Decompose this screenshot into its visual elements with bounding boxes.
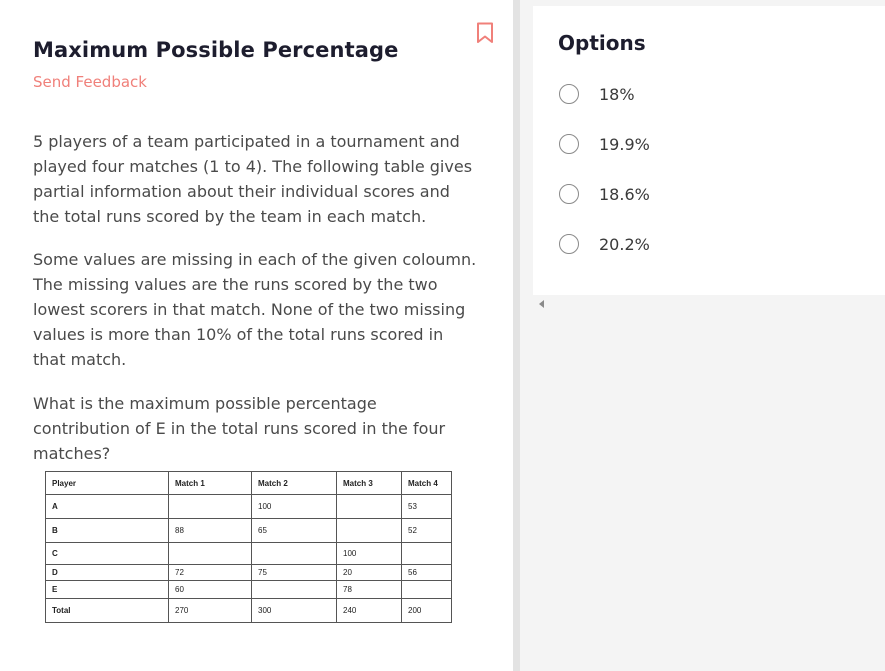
table-cell: E: [45, 580, 169, 599]
table-cell: [336, 494, 402, 519]
header-match-3: Match 3: [336, 471, 402, 495]
table-row: A 100 53: [45, 494, 452, 519]
option-label: 19.9%: [599, 135, 650, 154]
table-cell: Total: [45, 598, 169, 623]
options-title: Options: [558, 31, 646, 55]
table-cell: 200: [401, 598, 452, 623]
table-cell: [168, 494, 252, 519]
table-cell: 100: [251, 494, 337, 519]
radio-icon[interactable]: [559, 184, 579, 204]
table-cell: 240: [336, 598, 402, 623]
table-row: C 100: [45, 542, 452, 565]
table-cell: 65: [251, 518, 337, 543]
table-cell: 60: [168, 580, 252, 599]
question-paragraph-conditions: Some values are missing in each of the g…: [33, 250, 477, 369]
option-4[interactable]: 20.2%: [559, 234, 759, 258]
table-cell: [401, 580, 452, 599]
table-cell: 270: [168, 598, 252, 623]
table-cell: 75: [251, 564, 337, 581]
option-label: 20.2%: [599, 235, 650, 254]
option-label: 18.6%: [599, 185, 650, 204]
table-cell: [401, 542, 452, 565]
table-cell: 100: [336, 542, 402, 565]
option-1[interactable]: 18%: [559, 84, 759, 108]
radio-icon[interactable]: [559, 234, 579, 254]
table-cell: 56: [401, 564, 452, 581]
header-match-1: Match 1: [168, 471, 252, 495]
header-player: Player: [45, 471, 169, 495]
scroll-left-arrow-icon[interactable]: [539, 300, 544, 308]
table-cell: 53: [401, 494, 452, 519]
table-cell: 72: [168, 564, 252, 581]
panel-divider[interactable]: [513, 0, 520, 671]
bookmark-icon[interactable]: [476, 22, 494, 44]
table-cell: 78: [336, 580, 402, 599]
table-cell: [168, 542, 252, 565]
question-title: Maximum Possible Percentage: [33, 38, 399, 62]
table-cell: 52: [401, 518, 452, 543]
scores-table: Player Match 1 Match 2 Match 3 Match 4 A…: [45, 471, 452, 623]
table-row: E 60 78: [45, 580, 452, 599]
option-2[interactable]: 19.9%: [559, 134, 759, 158]
table-header-row: Player Match 1 Match 2 Match 3 Match 4: [45, 471, 452, 495]
table-cell: 20: [336, 564, 402, 581]
table-cell: [251, 580, 337, 599]
radio-icon[interactable]: [559, 84, 579, 104]
table-cell: B: [45, 518, 169, 543]
option-3[interactable]: 18.6%: [559, 184, 759, 208]
table-cell: D: [45, 564, 169, 581]
table-row: B 88 65 52: [45, 518, 452, 543]
table-cell: 88: [168, 518, 252, 543]
header-match-4: Match 4: [401, 471, 452, 495]
header-match-2: Match 2: [251, 471, 337, 495]
table-cell: C: [45, 542, 169, 565]
table-cell: A: [45, 494, 169, 519]
table-cell: [251, 542, 337, 565]
table-row: Total 270 300 240 200: [45, 598, 452, 623]
question-paragraph-intro: 5 players of a team participated in a to…: [33, 132, 473, 226]
send-feedback-link[interactable]: Send Feedback: [33, 73, 147, 91]
option-label: 18%: [599, 85, 635, 104]
table-cell: [336, 518, 402, 543]
table-row: D 72 75 20 56: [45, 564, 452, 581]
question-paragraph-prompt: What is the maximum possible percentage …: [33, 394, 446, 463]
table-cell: 300: [251, 598, 337, 623]
question-panel: Maximum Possible Percentage Send Feedbac…: [0, 0, 513, 671]
radio-icon[interactable]: [559, 134, 579, 154]
